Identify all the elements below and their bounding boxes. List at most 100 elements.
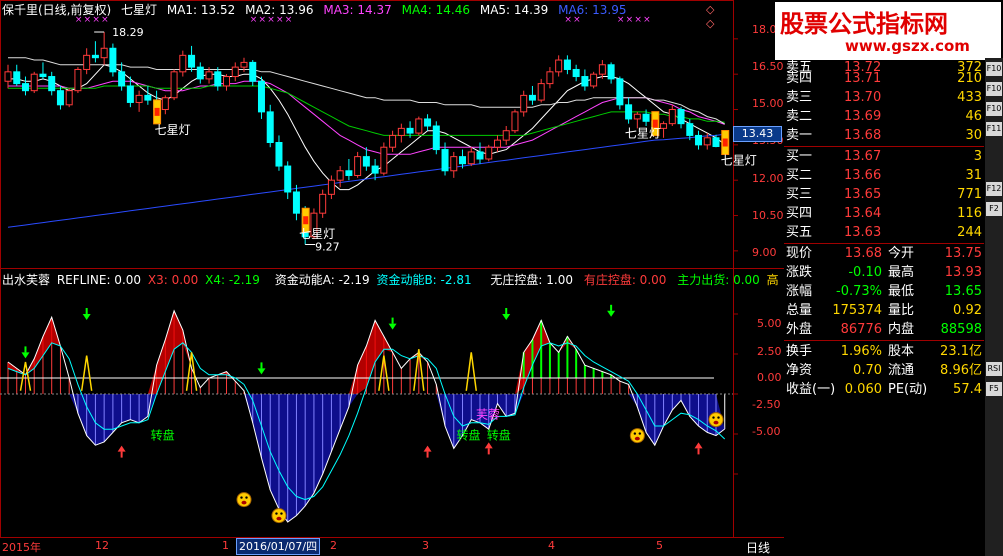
face-icon-mouth (276, 516, 282, 521)
stat-label: 内盘 (888, 322, 915, 337)
candle (249, 61, 257, 82)
candle (83, 54, 91, 70)
divider (784, 340, 984, 341)
bid-row[interactable]: 买二 13.66 31 (784, 166, 984, 185)
period-selector[interactable]: 日线 (746, 539, 770, 556)
ask-row[interactable]: 卖三 13.70 433 (784, 88, 984, 107)
ask-label: 卖四 (786, 71, 813, 86)
ask-label: 卖二 (786, 109, 813, 124)
stat-row: 外盘 86776 内盘 88598 (784, 320, 984, 339)
stat-row: 涨跌 -0.10 最高 13.93 (784, 263, 984, 282)
ask-price: 13.70 (844, 90, 882, 105)
stat-label: 外盘 (786, 322, 813, 337)
price-tick: 10.50 (752, 209, 784, 222)
candle (56, 90, 64, 106)
price-tick: 9.00 (752, 246, 777, 259)
candle (4, 71, 12, 82)
candle (345, 170, 353, 176)
stat-row: 涨幅 -0.73% 最低 13.65 (784, 282, 984, 301)
indicator-tick: -2.50 (752, 398, 781, 411)
face-icon-mouth (241, 500, 247, 505)
candle (109, 47, 117, 73)
candle (668, 109, 676, 125)
candle (607, 64, 615, 80)
ind-fund-b: 资金动能B: -2.81 (376, 273, 472, 287)
stat-label: 流通 (888, 363, 915, 378)
stat-row: 现价 13.68 今开 13.75 (784, 244, 984, 263)
ask-volume: 30 (965, 128, 982, 143)
candle (39, 73, 47, 78)
zhuanpan-label: 转盘 (457, 428, 481, 443)
ask-row[interactable]: 卖二 13.69 46 (784, 107, 984, 126)
ind-refline: REFLINE: 0.00 (56, 273, 142, 287)
stat-value: 1.96% (840, 344, 882, 359)
bid-row[interactable]: 买一 13.67 3 (784, 147, 984, 166)
x-label: 1 (222, 539, 229, 552)
toolbar-button[interactable]: F10 (986, 62, 1002, 76)
face-icon-eye (633, 432, 637, 435)
bid-label: 买一 (786, 149, 813, 164)
stat-label: 净资 (786, 363, 813, 378)
face-icon-eye (638, 432, 642, 435)
stat-label: 最低 (888, 284, 915, 299)
bid-row[interactable]: 买五 13.63 244 (784, 223, 984, 242)
candle (266, 111, 274, 143)
candle (118, 71, 126, 87)
ask-row[interactable]: 卖一 13.68 30 (784, 126, 984, 145)
toolbar-button[interactable]: F11 (986, 122, 1002, 136)
toolbar-button[interactable]: RSI (986, 362, 1002, 376)
cursor-date: 2016/01/07/四 (236, 538, 321, 555)
ask-row[interactable]: 卖四 13.71 210 (784, 69, 984, 88)
stat-row: 收益(一) 0.060 PE(动) 57.4 (784, 380, 984, 399)
ask-price: 13.68 (844, 128, 882, 143)
stat-value: 0.060 (844, 382, 882, 397)
ask-volume: 210 (957, 71, 982, 86)
candle (459, 156, 467, 165)
toolbar-button[interactable]: F5 (986, 382, 1002, 396)
sell-arrow (257, 368, 266, 375)
watermark-url: www.gszx.com (845, 37, 970, 55)
qixingdeng-label: 七星灯 (299, 227, 335, 241)
ma4-label: MA4: 14.46 (401, 3, 471, 17)
candle (380, 146, 388, 174)
toolbar-button[interactable]: F10 (986, 82, 1002, 96)
toolbar-button[interactable]: F10 (986, 102, 1002, 116)
yellow-spike (80, 355, 93, 391)
candle (100, 47, 108, 59)
x-label: 3 (422, 539, 429, 552)
sell-arrow (388, 323, 397, 330)
candle (406, 127, 414, 134)
fund-area-positive (8, 310, 725, 394)
x-label: 5 (656, 539, 663, 552)
bid-volume: 116 (957, 206, 982, 221)
stat-label: 最高 (888, 265, 915, 280)
stat-label: 涨幅 (786, 284, 813, 299)
stat-value: 13.93 (944, 265, 982, 280)
stat-value: 13.65 (944, 284, 982, 299)
candle (590, 73, 598, 87)
candle (695, 134, 703, 146)
toolbar-button[interactable]: F12 (986, 182, 1002, 196)
bid-row[interactable]: 买三 13.65 771 (784, 185, 984, 204)
furong-label: 芙蓉 (476, 407, 500, 421)
face-icon-eye (280, 512, 283, 515)
stat-value: 0.70 (853, 363, 882, 378)
qixingdeng-label: 七星灯 (721, 154, 757, 168)
bid-volume: 31 (965, 168, 982, 183)
candle (91, 54, 99, 59)
candle (336, 170, 344, 181)
ma5-label: MA5: 14.39 (479, 3, 549, 17)
face-icon-eye (712, 416, 715, 419)
low-label: 9.27 (315, 241, 340, 254)
ma1-label: MA1: 13.52 (166, 3, 236, 17)
candle (223, 76, 231, 87)
toolbar-button[interactable]: F2 (986, 202, 1002, 216)
ask-price: 13.69 (844, 109, 882, 124)
yellow-spike (465, 352, 478, 391)
candle (389, 134, 397, 148)
stat-value: 23.1亿 (940, 344, 982, 359)
indicator-legend: 出水芙蓉 REFLINE: 0.00 X3: 0.00 X4: -2.19 资金… (2, 271, 782, 287)
candle (188, 54, 196, 68)
bid-row[interactable]: 买四 13.64 116 (784, 204, 984, 223)
candle (703, 137, 711, 146)
